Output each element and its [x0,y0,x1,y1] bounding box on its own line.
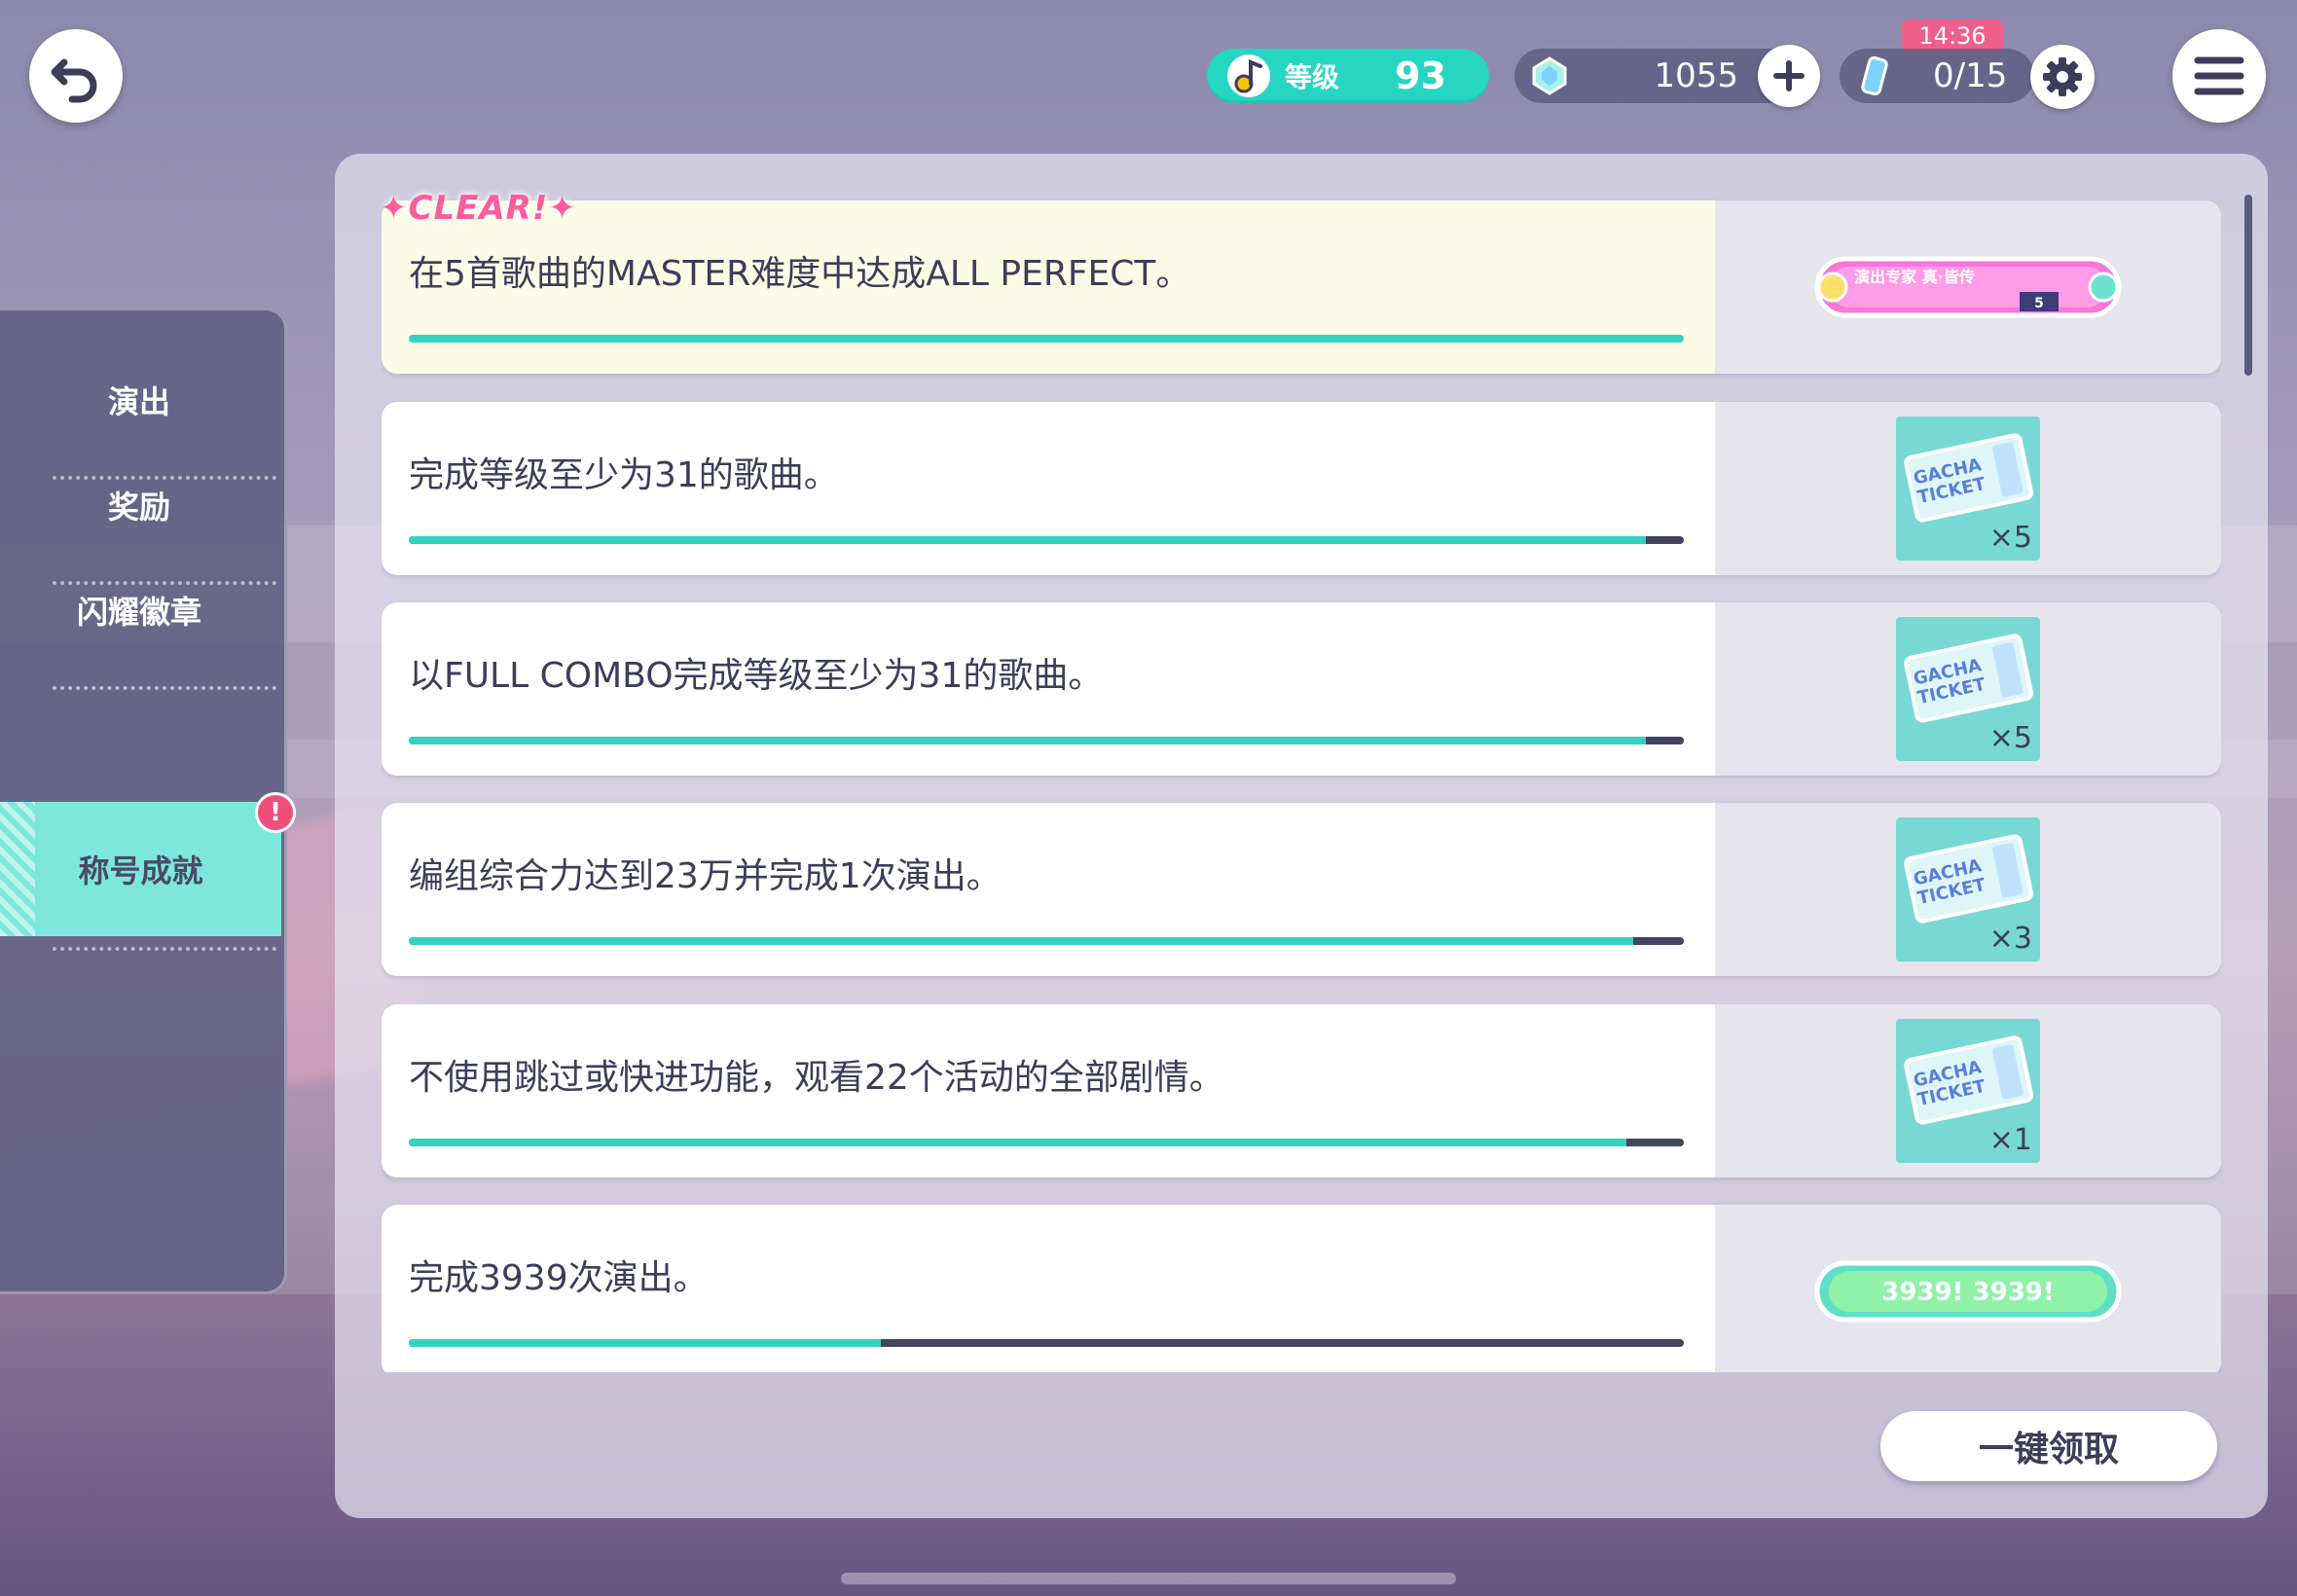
category-sidebar: 演出 奖励 闪耀徽章 称号成就 [0,308,287,1294]
mission-list[interactable]: 在5首歌曲的MASTER难度中达成ALL PERFECT。 演出专家 真·皆传 … [382,195,2221,1372]
back-button[interactable] [29,29,123,123]
gem-count: 1055 [1654,56,1738,95]
divider [53,947,276,951]
sidebar-item-shining-badges[interactable]: 闪耀徽章 [0,543,278,677]
stripe-decoration [0,802,35,936]
gacha-ticket-reward: GACHA TICKET ×1 [1896,1019,2040,1163]
mission-description: 以FULL COMBO完成等级至少为31的歌曲。 [409,656,1104,696]
gacha-ticket-icon: GACHA TICKET [1904,1035,2034,1125]
title-badge-icon: 3939! 3939! [1814,1260,2122,1323]
mission-card[interactable]: 以FULL COMBO完成等级至少为31的歌曲。 GACHA TICKET ×5 [382,602,2221,776]
sidebar-item-label: 奖励 [107,489,170,526]
reward-quantity: ×1 [1988,1123,2032,1157]
gear-icon [2043,57,2082,96]
badge-text: 演出专家 真·皆传 [1854,268,1975,286]
gacha-ticket-icon: GACHA TICKET [1904,834,2034,924]
reward-quantity: ×5 [1988,721,2032,755]
reward-quantity: ×3 [1988,922,2032,956]
reward-slot: GACHA TICKET ×5 [1715,602,2221,776]
gacha-ticket-icon: GACHA TICKET [1904,433,2034,523]
add-gems-button[interactable] [1758,45,1820,107]
title-badge-icon: 演出专家 真·皆传 5 [1814,256,2122,318]
sidebar-item-label: 演出 [107,383,170,420]
divider [53,686,276,690]
energy-drink-icon [1853,54,1896,97]
reward-slot: GACHA TICKET ×5 [1715,402,2221,575]
notification-badge: ! [255,792,296,833]
live-bonus-count: 0/15 [1933,56,2008,95]
progress-bar [409,335,1684,343]
crystal-icon [1528,54,1571,97]
live-bonus-counter: 0/15 [1840,49,2034,103]
mission-description: 在5首歌曲的MASTER难度中达成ALL PERFECT。 [409,254,1191,294]
reward-slot: GACHA TICKET ×1 [1715,1004,2221,1178]
main-menu-button[interactable] [2172,29,2266,123]
reward-slot: 演出专家 真·皆传 5 [1715,200,2221,374]
clear-label: ✦CLEAR!✦ [380,189,577,228]
reward-quantity: ×5 [1988,521,2032,555]
mission-description: 完成3939次演出。 [409,1258,709,1298]
badge-text: 3939! 3939! [1881,1278,2055,1307]
gacha-ticket-reward: GACHA TICKET ×3 [1896,817,2040,961]
gacha-ticket-reward: GACHA TICKET ×5 [1896,417,2040,561]
mission-description: 完成等级至少为31的歌曲。 [409,455,839,495]
progress-bar [409,1339,1684,1347]
sidebar-item-title-achievements[interactable]: 称号成就 [0,802,281,936]
progress-bar [409,1139,1684,1146]
settings-button[interactable] [2030,45,2095,109]
sidebar-item-label: 闪耀徽章 [76,594,201,631]
mission-card[interactable]: 不使用跳过或快进功能，观看22个活动的全部剧情。 GACHA TICKET ×1 [382,1004,2221,1178]
mission-card[interactable]: 在5首歌曲的MASTER难度中达成ALL PERFECT。 演出专家 真·皆传 … [382,200,2221,374]
mission-card[interactable]: 完成等级至少为31的歌曲。 GACHA TICKET ×5 [382,402,2221,575]
reward-slot: GACHA TICKET ×3 [1715,803,2221,976]
music-note-icon [1224,52,1273,100]
recovery-timer: 14:36 [1902,19,2003,53]
mission-description: 不使用跳过或快进功能，观看22个活动的全部剧情。 [409,1058,1224,1098]
gacha-ticket-icon: GACHA TICKET [1904,634,2034,723]
reward-slot: 3939! 3939! [1715,1205,2221,1372]
progress-bar [409,737,1684,744]
progress-bar [409,536,1684,544]
scrollbar[interactable] [2244,195,2252,376]
home-indicator [841,1573,1456,1584]
hamburger-menu-icon [2194,56,2244,95]
player-level: 等级 93 [1207,49,1489,103]
sidebar-item-label: 称号成就 [78,852,203,889]
claim-all-button[interactable]: 一键领取 [1880,1411,2217,1481]
level-label: 等级 [1285,61,1340,93]
level-value: 93 [1395,54,1446,97]
gacha-ticket-reward: GACHA TICKET ×5 [1896,617,2040,761]
badge-number: 5 [2034,296,2044,311]
plus-icon [1773,60,1805,91]
mission-description: 编组综合力达到23万并完成1次演出。 [409,856,1002,896]
mission-card[interactable]: 完成3939次演出。 3939! 3939! [382,1205,2221,1372]
back-arrow-icon [51,58,97,103]
mission-card[interactable]: 编组综合力达到23万并完成1次演出。 GACHA TICKET ×3 [382,803,2221,976]
progress-bar [409,937,1684,945]
